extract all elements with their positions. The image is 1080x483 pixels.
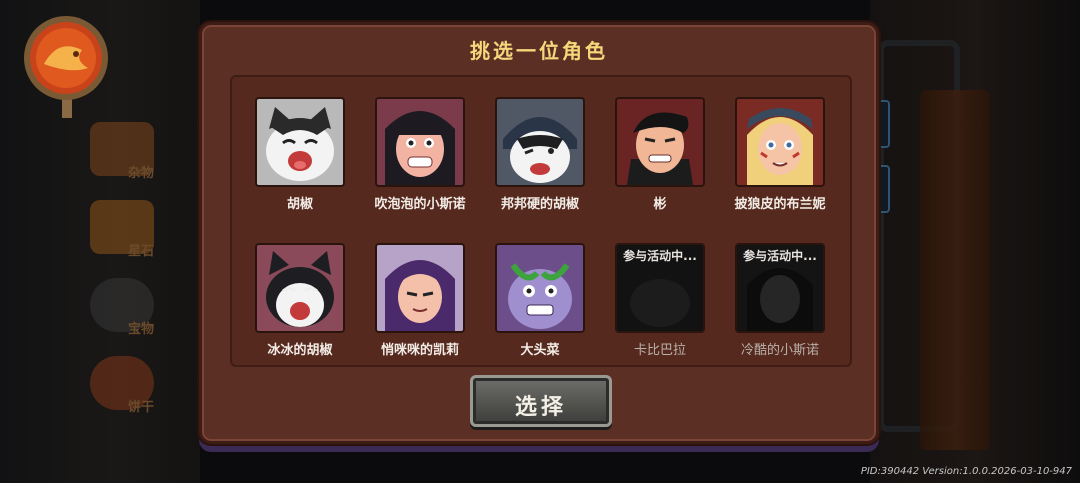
select-button-label: 选择	[514, 395, 567, 420]
girl-portrait	[375, 97, 465, 187]
cat-portrait	[255, 97, 345, 187]
sidebar-item-label: 饼干	[128, 400, 155, 415]
fish-medal-icon[interactable]	[18, 8, 114, 118]
character-card[interactable]: 彬	[600, 97, 710, 227]
character-card[interactable]: 披狼皮的布兰妮	[720, 97, 830, 227]
character-card-locked[interactable]: 参与活动中... 卡比巴拉	[600, 243, 710, 373]
character-card[interactable]: 悄咪咪的凯莉	[360, 243, 470, 373]
sidebar-item-treasure[interactable]: 宝物	[84, 276, 174, 346]
boy-portrait	[615, 97, 705, 187]
character-card-locked[interactable]: 参与活动中... 冷酷的小斯诺	[720, 243, 830, 373]
sidebar-item-cookie[interactable]: 饼干	[84, 354, 174, 424]
character-name: 冰冰的胡椒	[267, 343, 333, 358]
purple-girl-portrait	[375, 243, 465, 333]
character-name: 卡比巴拉	[633, 343, 686, 358]
ice-cat-portrait	[255, 243, 345, 333]
locked-capybara-portrait: 参与活动中...	[615, 243, 705, 333]
dialog-title: 挑选一位角色	[470, 39, 608, 63]
character-name: 大头菜	[520, 343, 560, 358]
character-name: 悄咪咪的凯莉	[380, 343, 459, 358]
sidebar-item-label: 杂物	[128, 166, 155, 181]
sidebar-item-label: 宝物	[128, 322, 155, 337]
character-name: 冷酷的小斯诺	[740, 343, 819, 358]
character-name: 胡椒	[286, 197, 313, 212]
locked-girl-portrait: 参与活动中...	[735, 243, 825, 333]
character-select-dialog: 挑选一位角色 胡椒 吹泡泡的小斯诺 邦邦硬的胡椒 彬 披狼皮的布兰妮 冰冰的胡椒…	[199, 22, 879, 444]
blonde-girl-portrait	[735, 97, 825, 187]
sidebar-item-star-stone[interactable]: 星石	[84, 198, 174, 268]
sidebar-item-label: 星石	[128, 244, 155, 259]
turnip-portrait	[495, 243, 585, 333]
character-card[interactable]: 冰冰的胡椒	[240, 243, 350, 373]
event-tag: 参与活动中...	[743, 249, 817, 263]
character-name: 披狼皮的布兰妮	[734, 197, 826, 212]
character-name: 吹泡泡的小斯诺	[374, 197, 466, 212]
sidebar-item-misc[interactable]: 杂物	[84, 120, 174, 190]
helmet-cat-portrait	[495, 97, 585, 187]
event-tag: 参与活动中...	[623, 249, 697, 263]
character-card[interactable]: 胡椒	[240, 97, 350, 227]
select-button[interactable]: 选择	[470, 375, 612, 427]
character-card[interactable]: 大头菜	[480, 243, 590, 373]
background-wood-post	[920, 90, 990, 450]
build-info: PID:390442 Version:1.0.0.2026-03-10-947	[860, 466, 1072, 477]
character-card[interactable]: 邦邦硬的胡椒	[480, 97, 590, 227]
character-name: 彬	[653, 197, 667, 212]
character-card[interactable]: 吹泡泡的小斯诺	[360, 97, 470, 227]
character-name: 邦邦硬的胡椒	[500, 197, 579, 212]
character-grid: 胡椒 吹泡泡的小斯诺 邦邦硬的胡椒 彬 披狼皮的布兰妮 冰冰的胡椒 悄咪咪的凯莉…	[230, 75, 852, 367]
